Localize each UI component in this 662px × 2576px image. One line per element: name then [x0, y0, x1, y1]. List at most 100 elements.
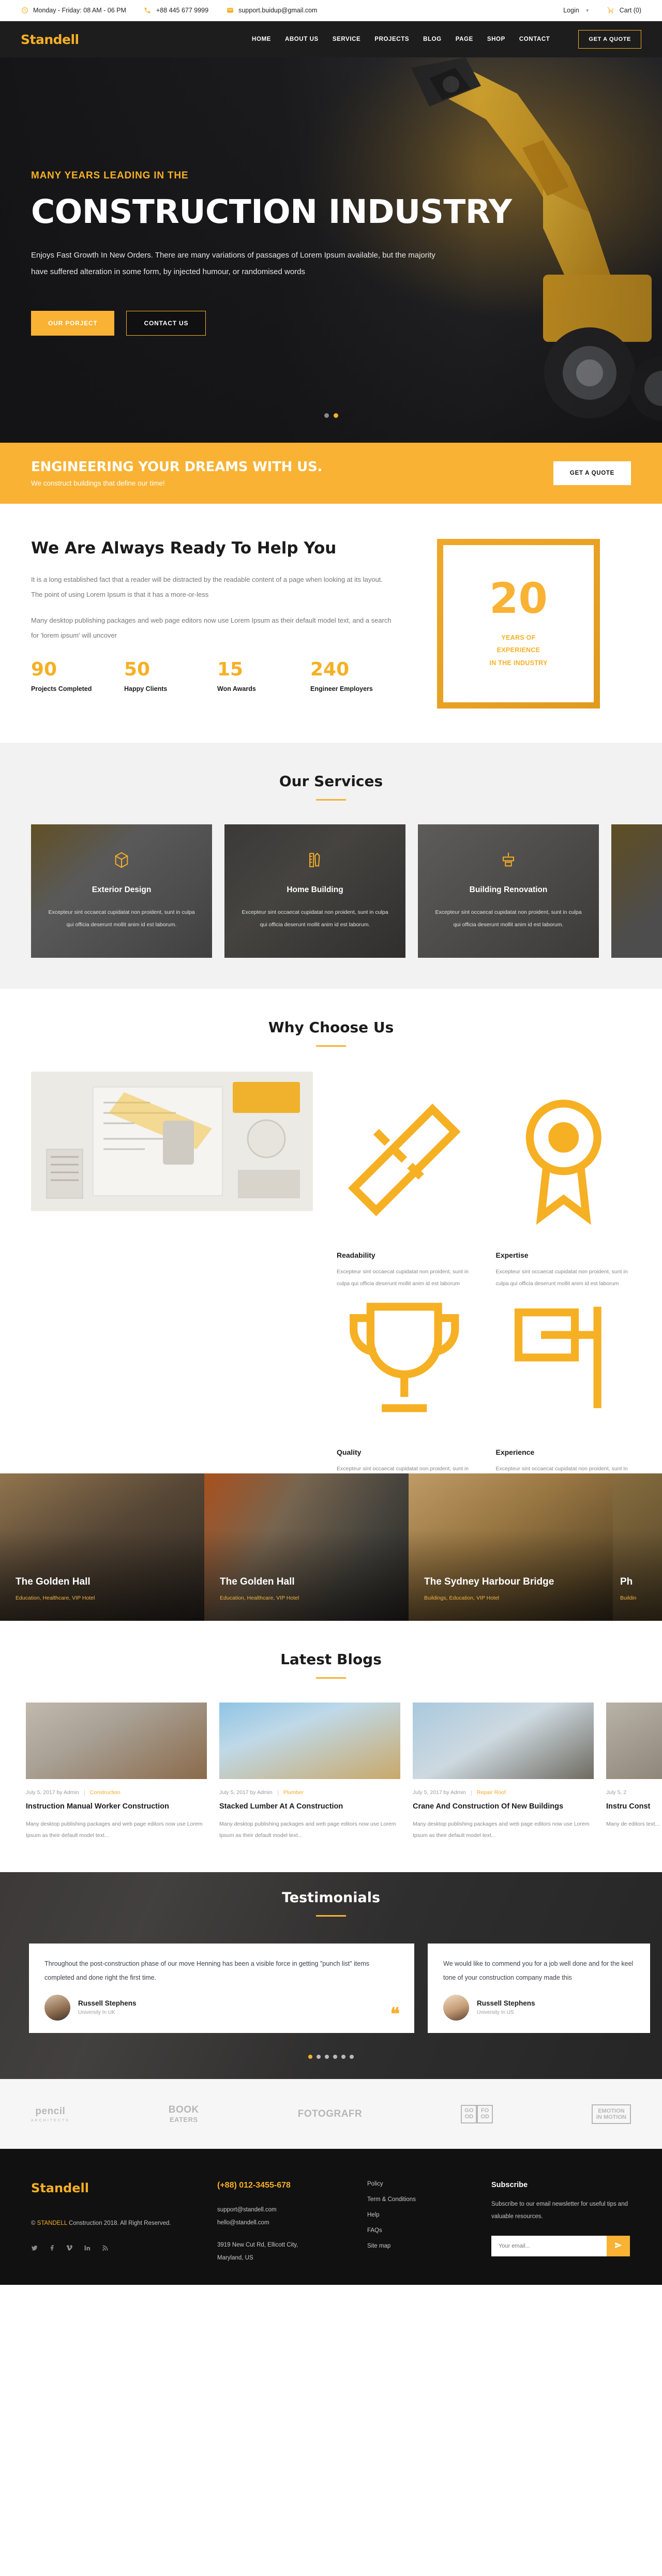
blog-card-4-partial[interactable]: July 5, 2 Instru Const Many de editors t… [606, 1703, 662, 1841]
projects-carousel[interactable]: The Golden Hall Education, Healthcare, V… [0, 1473, 662, 1621]
blog-card-1[interactable]: July 5, 2017 by Admin Construction Instr… [26, 1703, 207, 1841]
stat-number: 50 [124, 659, 151, 680]
contact-us-button[interactable]: CONTACT US [126, 310, 206, 336]
blog-card-2[interactable]: July 5, 2017 by Admin Plumber Stacked Lu… [219, 1703, 400, 1841]
project-card-2[interactable]: The Golden Hall Education, Healthcare, V… [204, 1473, 409, 1621]
why-choose-us-section: Why Choose Us Readability Excepteur sint… [0, 989, 662, 1484]
get-a-quote-button[interactable]: GET A QUOTE [578, 30, 641, 49]
business-hours-text: Monday - Friday: 08 AM - 06 PM [33, 7, 126, 14]
contact-phone-text: +88 445 677 9999 [156, 7, 209, 14]
send-icon [614, 2241, 622, 2251]
footer-copyright: © STANDELL Construction 2018. All Right … [31, 2217, 197, 2229]
testimonial-role: University In US [477, 2010, 514, 2016]
services-carousel[interactable]: Exterior Design Excepteur sint occaecat … [0, 824, 662, 958]
nav-item-service[interactable]: SERVICE [333, 36, 360, 42]
subscribe-form [491, 2235, 630, 2256]
project-card-1[interactable]: The Golden Hall Education, Healthcare, V… [0, 1473, 204, 1621]
blog-category[interactable]: Plumber [283, 1789, 304, 1796]
blog-excerpt: Many desktop publishing packages and web… [219, 1821, 396, 1839]
vimeo-icon[interactable] [66, 2244, 73, 2251]
project-card-4-partial[interactable]: Ph Buildin [613, 1473, 662, 1621]
service-card-home-building[interactable]: Home Building Excepteur sint occaecat cu… [224, 824, 405, 958]
stat-projects-completed: 90 Projects Completed [31, 660, 124, 693]
testimonial-quote: We would like to commend you for a job w… [443, 1960, 634, 1981]
cta-subtitle: We construct buildings that define our t… [31, 479, 165, 487]
partner-logo-emotion-in-motion: EMOTION IN MOTION [591, 2104, 631, 2125]
nav-item-home[interactable]: HOME [252, 36, 271, 42]
section-divider [316, 1677, 346, 1679]
feature-name: Readability [337, 1251, 375, 1259]
testimonial-dot-2[interactable] [317, 2054, 321, 2059]
nav-item-contact[interactable]: CONTACT [519, 36, 550, 42]
footer-link-site-map[interactable]: Site map [367, 2243, 471, 2249]
footer-link-faqs[interactable]: FAQs [367, 2227, 471, 2234]
stats-row: 90 Projects Completed 50 Happy Clients 1… [31, 659, 411, 693]
partner-subtitle: ARCHITECTS [31, 2118, 70, 2122]
blog-card-3[interactable]: July 5, 2017 by Admin Repair Roof Crane … [413, 1703, 594, 1841]
stat-label: Projects Completed [31, 685, 92, 692]
gofood-mark: GO OD [461, 2105, 477, 2123]
hero-dot-1[interactable] [324, 413, 329, 418]
contact-email[interactable]: support.buidup@gmail.com [226, 7, 317, 14]
contact-phone[interactable]: +88 445 677 9999 [144, 7, 208, 14]
hero-kicker: MANY YEARS LEADING IN THE [31, 170, 189, 181]
footer-link-policy[interactable]: Policy [367, 2181, 471, 2187]
service-description: Excepteur sint occaecat cupidatat non pr… [435, 909, 582, 928]
blog-title[interactable]: Crane And Construction Of New Buildings [413, 1801, 594, 1812]
twitter-icon[interactable] [31, 2244, 38, 2251]
nav-item-shop[interactable]: SHOP [487, 36, 505, 42]
site-logo[interactable]: Standell [21, 32, 79, 47]
footer-email-2[interactable]: hello@standell.com [217, 2217, 347, 2229]
testimonial-dot-6[interactable] [350, 2054, 354, 2059]
testimonial-quote: Throughout the post-construction phase o… [44, 1960, 369, 1981]
hero-slider-dots [0, 413, 662, 418]
copyright-brand: STANDELL [37, 2220, 67, 2227]
testimonial-author: Russell Stephens [477, 1999, 535, 2008]
testimonial-dot-4[interactable] [333, 2054, 337, 2059]
login-menu[interactable]: Login ▼ [563, 7, 590, 14]
partner-logo-fotografr: FOTOGRAFR [298, 2108, 362, 2120]
emotion-mark: EMOTION IN MOTION [591, 2104, 631, 2125]
blog-image [219, 1703, 400, 1780]
blogs-carousel[interactable]: July 5, 2017 by Admin Construction Instr… [0, 1703, 662, 1841]
testimonials-carousel[interactable]: Throughout the post-construction phase o… [0, 1944, 662, 2033]
partner-logo-pencil: pencil ARCHITECTS [31, 2106, 70, 2122]
nav-item-projects[interactable]: PROJECTS [374, 36, 409, 42]
blog-image [26, 1703, 207, 1780]
blog-category[interactable]: Construction [90, 1789, 121, 1796]
subscribe-email-input[interactable] [491, 2235, 607, 2256]
facebook-icon[interactable] [49, 2244, 55, 2251]
nav-item-page[interactable]: PAGE [456, 36, 473, 42]
service-card-next-partial[interactable] [611, 824, 662, 958]
nav-item-blog[interactable]: BLOG [423, 36, 442, 42]
flag-icon [496, 1306, 631, 1448]
linkedin-icon[interactable] [84, 2244, 91, 2251]
project-card-3[interactable]: The Sydney Harbour Bridge Buildings, Edu… [409, 1473, 613, 1621]
hero-dot-2[interactable] [333, 413, 338, 418]
testimonials-slider-dots [0, 2054, 662, 2059]
rss-icon[interactable] [101, 2244, 108, 2251]
blog-category[interactable]: Repair Roof [477, 1789, 506, 1796]
cta-get-a-quote-button[interactable]: GET A QUOTE [553, 461, 631, 485]
blog-title[interactable]: Instruction Manual Worker Construction [26, 1801, 207, 1812]
blog-date: July 5, 2 [606, 1789, 627, 1796]
service-card-exterior-design[interactable]: Exterior Design Excepteur sint occaecat … [31, 824, 212, 958]
blog-title[interactable]: Instru Const [606, 1801, 662, 1812]
testimonial-dot-1[interactable] [308, 2054, 312, 2059]
testimonial-dot-5[interactable] [341, 2054, 345, 2059]
footer-link-help[interactable]: Help [367, 2212, 471, 2218]
footer-logo[interactable]: Standell [31, 2181, 197, 2195]
footer-email-1[interactable]: support@standell.com [217, 2204, 347, 2217]
our-project-button[interactable]: OUR PORJECT [31, 310, 115, 336]
footer-link-terms[interactable]: Term & Conditions [367, 2196, 471, 2203]
testimonial-dot-3[interactable] [325, 2054, 329, 2059]
blog-title[interactable]: Stacked Lumber At A Construction [219, 1801, 400, 1812]
cart-link[interactable]: Cart (0) [607, 7, 641, 14]
footer-address-line-1: 3919 New Cut Rd, Ellicott City, [217, 2241, 298, 2248]
experience-number: 20 [489, 574, 548, 623]
subscribe-submit-button[interactable] [607, 2235, 630, 2256]
nav-item-about-us[interactable]: ABOUT US [285, 36, 319, 42]
service-card-building-renovation[interactable]: Building Renovation Excepteur sint occae… [418, 824, 599, 958]
project-title: The Sydney Harbour Bridge [424, 1576, 554, 1587]
footer-phone[interactable]: (+88) 012-3455-678 [217, 2181, 347, 2190]
